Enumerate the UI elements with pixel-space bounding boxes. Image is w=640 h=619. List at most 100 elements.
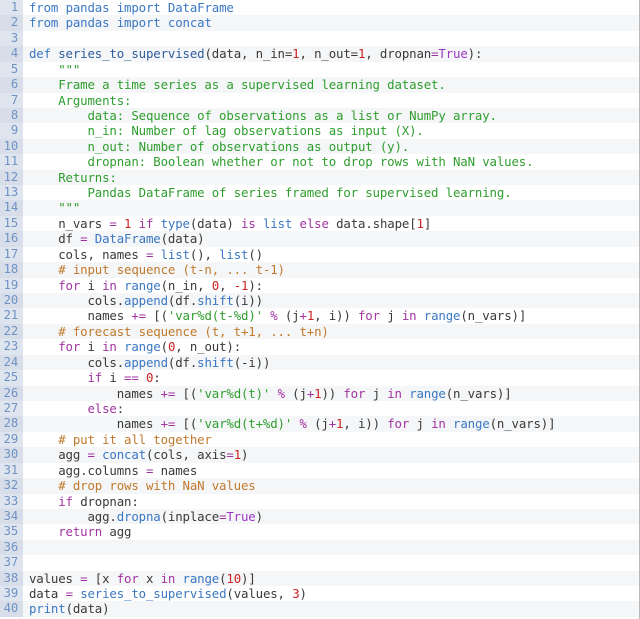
code-line-text[interactable]: dropnan: Boolean whether or not to drop … bbox=[23, 154, 639, 169]
code-line[interactable]: 5 """ bbox=[0, 61, 639, 78]
line-number: 11 bbox=[0, 154, 23, 170]
line-number: 35 bbox=[0, 524, 23, 540]
code-line-text[interactable]: if i == 0: bbox=[23, 370, 639, 385]
code-line[interactable]: 15 n_vars = 1 if type(data) is list else… bbox=[0, 215, 639, 232]
code-line-text[interactable]: """ bbox=[23, 200, 639, 215]
code-line[interactable]: 40 print(data) bbox=[0, 601, 639, 617]
code-line-text[interactable]: names += [('var%d(t+%d)' % (j+1, i)) for… bbox=[23, 416, 639, 431]
code-line-text[interactable]: if dropnan: bbox=[23, 494, 639, 509]
code-line[interactable]: 35 return agg bbox=[0, 524, 639, 540]
code-line[interactable]: 9 n_in: Number of lag observations as in… bbox=[0, 123, 639, 139]
code-line[interactable]: 38 values = [x for x in range(10)] bbox=[0, 570, 639, 587]
code-line[interactable]: 25 if i == 0: bbox=[0, 370, 639, 386]
code-line-text[interactable]: agg.columns = names bbox=[23, 463, 639, 478]
code-token-str: n_out: Number of observations as output … bbox=[29, 138, 410, 154]
line-number: 30 bbox=[0, 447, 23, 463]
code-line[interactable]: 10 n_out: Number of observations as outp… bbox=[0, 138, 639, 155]
code-line-text[interactable] bbox=[23, 540, 639, 555]
code-line[interactable]: 12 Returns: bbox=[0, 169, 639, 186]
code-token-fn: list bbox=[160, 246, 190, 262]
code-line[interactable]: 21 names += [('var%d(t-%d)' % (j+1, i)) … bbox=[0, 308, 639, 324]
code-line[interactable]: 16 df = DataFrame(data) bbox=[0, 231, 639, 247]
line-number: 21 bbox=[0, 308, 23, 324]
code-line[interactable]: 22 # forecast sequence (t, t+1, ... t+n) bbox=[0, 323, 639, 340]
code-line-text[interactable]: from pandas import concat bbox=[23, 15, 639, 30]
code-line-text[interactable]: names += [('var%d(t-%d)' % (j+1, i)) for… bbox=[23, 308, 639, 323]
code-line-text[interactable]: df = DataFrame(data) bbox=[23, 231, 639, 246]
code-line-text[interactable]: Arguments: bbox=[23, 93, 639, 108]
code-token-fn: print bbox=[29, 601, 66, 617]
code-line-text[interactable]: data = series_to_supervised(values, 3) bbox=[23, 586, 639, 601]
line-number: 39 bbox=[0, 586, 23, 602]
code-line-text[interactable]: agg.dropna(inplace=True) bbox=[23, 509, 639, 524]
code-line[interactable]: 7 Arguments: bbox=[0, 92, 639, 108]
code-token-plain: ] bbox=[423, 215, 432, 231]
code-line-text[interactable]: # input sequence (t-n, ... t-1) bbox=[23, 262, 639, 277]
code-line[interactable]: 8 data: Sequence of observations as a li… bbox=[0, 107, 639, 124]
code-line[interactable]: 28 names += [('var%d(t+%d)' % (j+1, i)) … bbox=[0, 416, 639, 432]
code-line[interactable]: 13 Pandas DataFrame of series framed for… bbox=[0, 185, 639, 201]
code-line[interactable]: 37 bbox=[0, 555, 639, 571]
code-line[interactable]: 27 else: bbox=[0, 400, 639, 417]
code-line[interactable]: 18 # input sequence (t-n, ... t-1) bbox=[0, 262, 639, 278]
code-line[interactable]: 17 cols, names = list(), list() bbox=[0, 246, 639, 263]
code-token-plain: (n_vars)] bbox=[460, 308, 527, 324]
code-line[interactable]: 6 Frame a time series as a supervised le… bbox=[0, 77, 639, 93]
code-line[interactable]: 11 dropnan: Boolean whether or not to dr… bbox=[0, 154, 639, 170]
code-line[interactable]: 24 cols.append(df.shift(-i)) bbox=[0, 354, 639, 371]
code-line-text[interactable]: data: Sequence of observations as a list… bbox=[23, 108, 639, 123]
code-line-text[interactable]: Returns: bbox=[23, 170, 639, 185]
code-line-text[interactable]: return agg bbox=[23, 524, 639, 539]
code-line-text[interactable]: cols.append(df.shift(i)) bbox=[23, 293, 639, 308]
code-line-text[interactable]: # drop rows with NaN values bbox=[23, 478, 639, 493]
code-line[interactable]: 19 for i in range(n_in, 0, -1): bbox=[0, 277, 639, 294]
code-line[interactable]: 34 agg.dropna(inplace=True) bbox=[0, 508, 639, 525]
code-line-text[interactable]: # put it all together bbox=[23, 432, 639, 447]
code-token-plain: ) bbox=[299, 586, 307, 602]
code-line-text[interactable]: def series_to_supervised(data, n_in=1, n… bbox=[23, 46, 639, 61]
code-line-text[interactable] bbox=[23, 31, 639, 46]
code-line[interactable]: 4 def series_to_supervised(data, n_in=1, … bbox=[0, 46, 639, 62]
code-token-plain: ( bbox=[160, 339, 168, 355]
code-line-text[interactable]: n_in: Number of lag observations as inpu… bbox=[23, 123, 639, 138]
code-line-text[interactable]: n_vars = 1 if type(data) is list else da… bbox=[23, 216, 639, 231]
code-line-text[interactable]: Pandas DataFrame of series framed for su… bbox=[23, 185, 639, 200]
code-line[interactable]: 29 # put it all together bbox=[0, 431, 639, 448]
code-token-kw: from bbox=[29, 0, 66, 15]
code-line-text[interactable]: values = [x for x in range(10)] bbox=[23, 571, 639, 586]
code-line[interactable]: 32 # drop rows with NaN values bbox=[0, 478, 639, 494]
code-line-text[interactable]: n_out: Number of observations as output … bbox=[23, 139, 639, 154]
code-line-text[interactable] bbox=[23, 555, 639, 570]
code-token-plain: (data) bbox=[65, 601, 110, 617]
code-line-text[interactable]: cols.append(df.shift(-i)) bbox=[23, 355, 639, 370]
code-line-text[interactable]: else: bbox=[23, 401, 639, 416]
code-line-text[interactable]: from pandas import DataFrame bbox=[23, 0, 639, 15]
code-line-text[interactable]: # forecast sequence (t, t+1, ... t+n) bbox=[23, 324, 639, 339]
code-line-text[interactable]: cols, names = list(), list() bbox=[23, 247, 639, 262]
code-line[interactable]: 20 cols.append(df.shift(i)) bbox=[0, 293, 639, 309]
code-line[interactable]: 3 bbox=[0, 30, 639, 47]
code-token-plain: names bbox=[29, 308, 132, 324]
code-line[interactable]: 36 bbox=[0, 539, 639, 556]
code-line[interactable]: 30 agg = concat(cols, axis=1) bbox=[0, 447, 639, 463]
code-line-text[interactable]: for i in range(0, n_out): bbox=[23, 339, 639, 354]
code-line[interactable]: 26 names += [('var%d(t)' % (j+1)) for j … bbox=[0, 385, 639, 401]
code-line-text[interactable]: agg = concat(cols, axis=1) bbox=[23, 447, 639, 462]
code-line[interactable]: 2 from pandas import concat bbox=[0, 15, 639, 31]
code-line[interactable]: 39 data = series_to_supervised(values, 3) bbox=[0, 586, 639, 602]
code-line-text[interactable]: names += [('var%d(t)' % (j+1)) for j in … bbox=[23, 386, 639, 401]
line-number: 6 bbox=[0, 77, 23, 93]
code-line[interactable]: 31 agg.columns = names bbox=[0, 462, 639, 479]
code-line-text[interactable]: Frame a time series as a supervised lear… bbox=[23, 77, 639, 92]
code-line-text[interactable]: for i in range(n_in, 0, -1): bbox=[23, 278, 639, 293]
code-line[interactable]: 1 from pandas import DataFrame bbox=[0, 0, 639, 16]
code-token-plain: (data) bbox=[189, 215, 242, 231]
code-line[interactable]: 14 """ bbox=[0, 200, 639, 216]
code-viewer[interactable]: 1 from pandas import DataFrame 2 from panda… bbox=[0, 0, 640, 619]
code-line-text[interactable]: """ bbox=[23, 62, 639, 77]
code-token-plain: (), bbox=[189, 246, 220, 262]
code-line[interactable]: 33 if dropnan: bbox=[0, 493, 639, 509]
code-token-com: # drop rows with NaN values bbox=[29, 478, 256, 494]
code-line[interactable]: 23 for i in range(0, n_out): bbox=[0, 339, 639, 355]
code-line-text[interactable]: print(data) bbox=[23, 601, 639, 616]
